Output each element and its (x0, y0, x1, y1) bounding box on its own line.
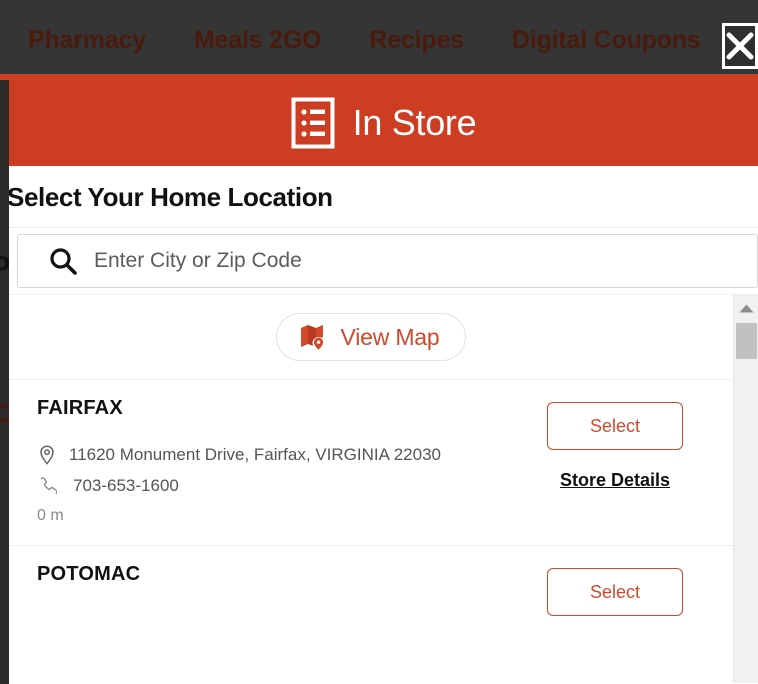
select-button[interactable]: Select (547, 402, 683, 450)
view-map-label: View Map (340, 323, 440, 350)
site-nav-bar: Pharmacy Meals 2GO Recipes Digital Coupo… (0, 0, 758, 80)
store-actions: Select (547, 568, 683, 617)
nav-item-pharmacy[interactable]: Pharmacy (28, 27, 146, 53)
view-map-row: View Map (9, 295, 733, 379)
store-list-scroll-area: View Map FAIRFAX 11620 Monument Drive, F… (9, 294, 758, 683)
modal-header-title: In Store (352, 102, 477, 143)
store-details-link[interactable]: Store Details (560, 470, 670, 491)
search-row (9, 228, 758, 294)
scrollbar[interactable] (733, 295, 758, 683)
modal-header: In Store (9, 80, 758, 166)
search-input[interactable] (94, 249, 694, 273)
ghost-glyph-c: C (0, 400, 9, 426)
select-button[interactable]: Select (547, 568, 683, 617)
map-icon (299, 323, 327, 351)
store-phone: 703-653-1600 (73, 475, 179, 495)
close-button[interactable] (722, 23, 758, 69)
nav-item-recipes[interactable]: Recipes (369, 27, 464, 53)
location-pin-icon (37, 444, 57, 466)
store-actions: Select Store Details (547, 402, 683, 491)
store-address: 11620 Monument Drive, Fairfax, VIRGINIA … (69, 444, 441, 464)
store-location-modal: In Store Select Your Home Location Enter… (9, 80, 758, 684)
store-list-content: View Map FAIRFAX 11620 Monument Drive, F… (9, 295, 733, 683)
search-icon (48, 246, 78, 276)
store-list-item: POTOMAC Select (9, 545, 733, 683)
store-list-icon (291, 97, 335, 149)
dimmed-page-edge: op C (0, 80, 9, 684)
scrollbar-up-arrow[interactable] (734, 295, 758, 321)
search-box[interactable] (17, 234, 758, 288)
phone-icon (37, 475, 57, 497)
screen: Pharmacy Meals 2GO Recipes Digital Coupo… (0, 0, 758, 684)
nav-item-meals2go[interactable]: Meals 2GO (194, 27, 322, 53)
store-list-item: FAIRFAX 11620 Monument Drive, Fairfax, V… (9, 379, 733, 545)
ghost-glyph-o: op (0, 246, 9, 276)
scrollbar-thumb[interactable] (736, 323, 757, 359)
store-distance: 0 m (37, 507, 64, 524)
page-title: Select Your Home Location (9, 181, 333, 212)
modal-title-row: Select Your Home Location (9, 166, 758, 228)
view-map-button[interactable]: View Map (275, 313, 467, 361)
nav-item-digital-coupons[interactable]: Digital Coupons (512, 27, 701, 53)
site-nav-items: Pharmacy Meals 2GO Recipes Digital Coupo… (0, 0, 758, 80)
